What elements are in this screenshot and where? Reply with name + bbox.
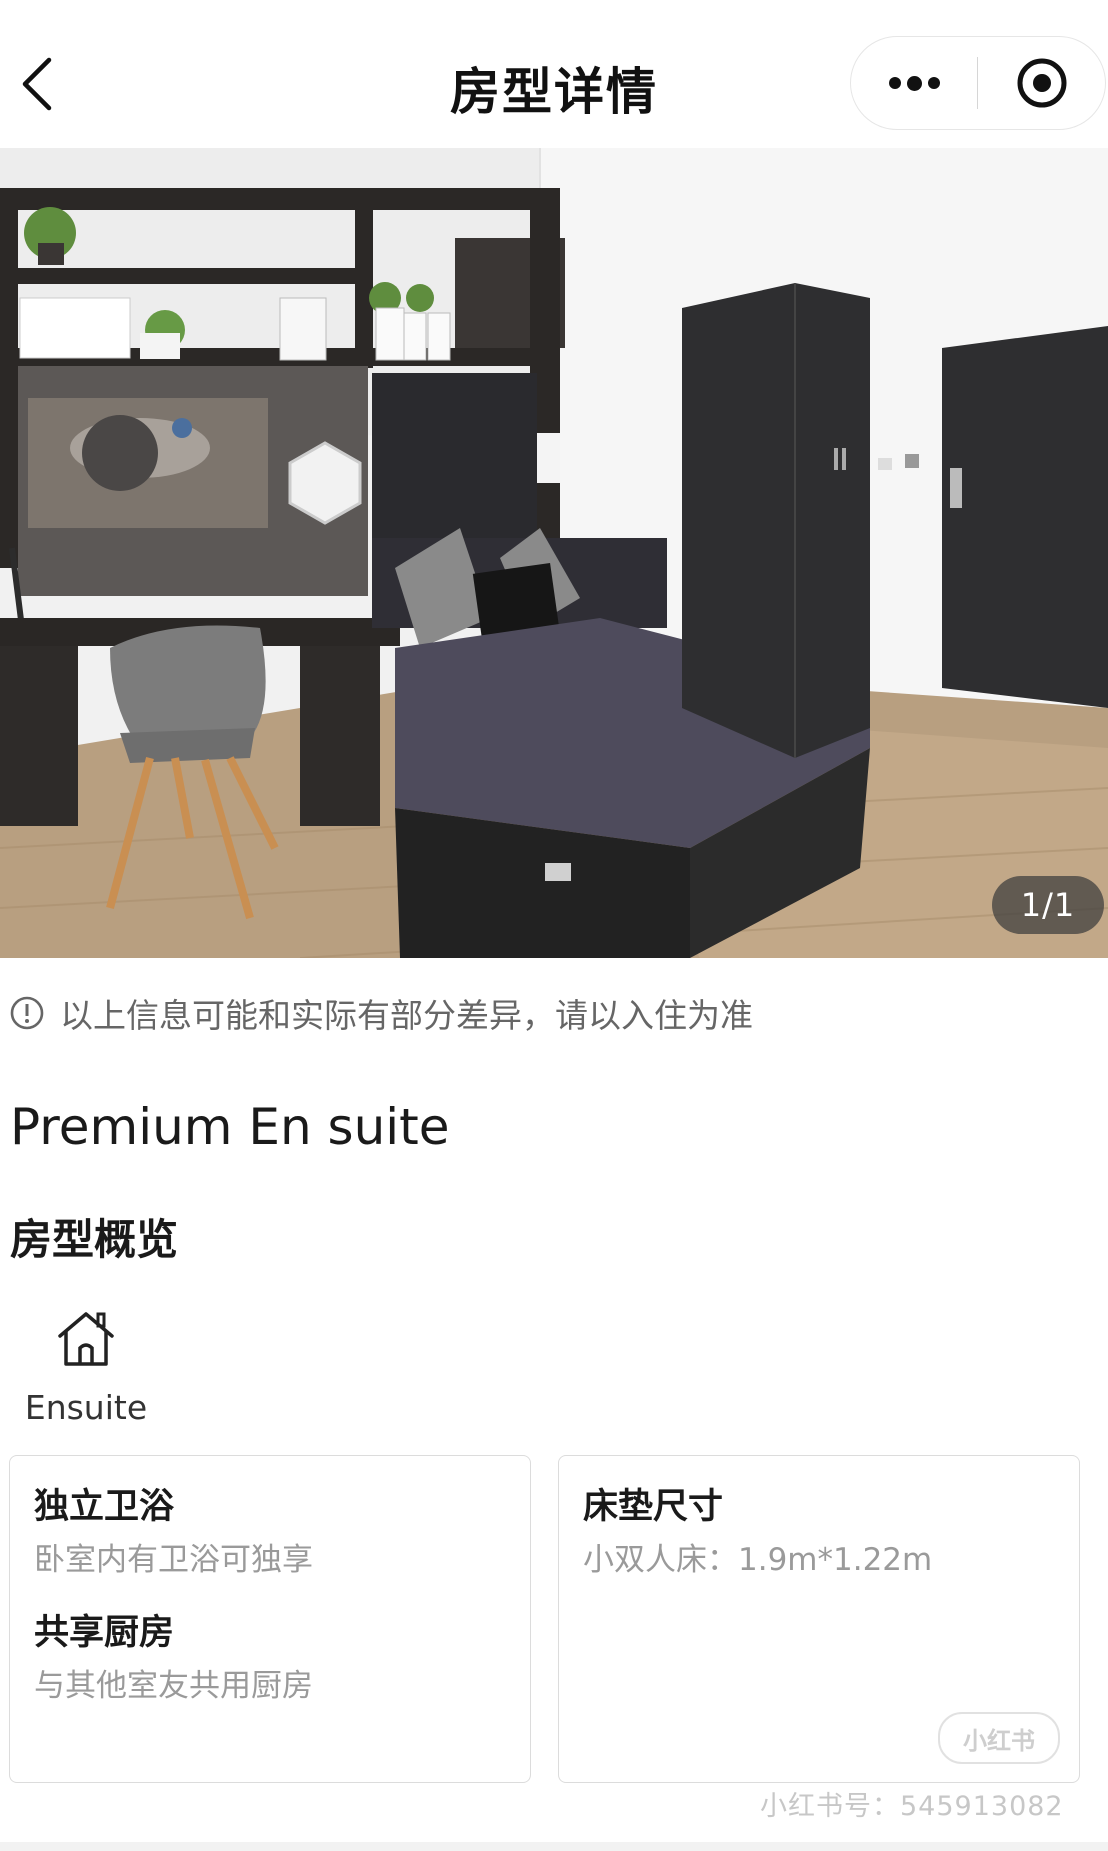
disclaimer: 以上信息可能和实际有部分差异，请以入住为准 [10,990,753,1036]
disclaimer-text: 以上信息可能和实际有部分差异，请以入住为准 [60,996,753,1035]
feature-ensuite: Ensuite [24,1302,148,1427]
watermark-id: 小红书号：545913082 [760,1791,1064,1822]
card-item-title: 床垫尺寸 [583,1487,724,1527]
mini-program-capsule [850,36,1106,130]
bottom-divider [0,1842,1108,1851]
more-button[interactable] [851,36,977,130]
watermark-logo: 小红书 [938,1712,1060,1764]
card-item-title: 共享厨房 [34,1613,175,1653]
photo-counter: 1/1 [992,876,1104,934]
card-item-title: 独立卫浴 [34,1487,175,1527]
target-circle-icon [1017,58,1066,108]
card-item-desc: 卧室内有卫浴可独享 [34,1542,313,1578]
info-circle-icon [10,996,44,1030]
room-photo-illustration [0,148,1108,958]
nav-header: 房型详情 [0,0,1108,148]
more-dots-icon [886,75,943,91]
close-button[interactable] [978,36,1105,130]
house-icon [58,1312,114,1366]
room-photo[interactable] [0,148,1108,958]
room-type-name: Premium En suite [10,1098,450,1156]
overview-title: 房型概览 [10,1215,179,1264]
feature-label: Ensuite [24,1388,148,1427]
card-item-desc: 小双人床：1.9m*1.22m [583,1542,933,1578]
facility-card-bathroom-kitchen: 独立卫浴 卧室内有卫浴可独享 共享厨房 与其他室友共用厨房 [9,1455,531,1783]
card-item-desc: 与其他室友共用厨房 [34,1668,313,1704]
